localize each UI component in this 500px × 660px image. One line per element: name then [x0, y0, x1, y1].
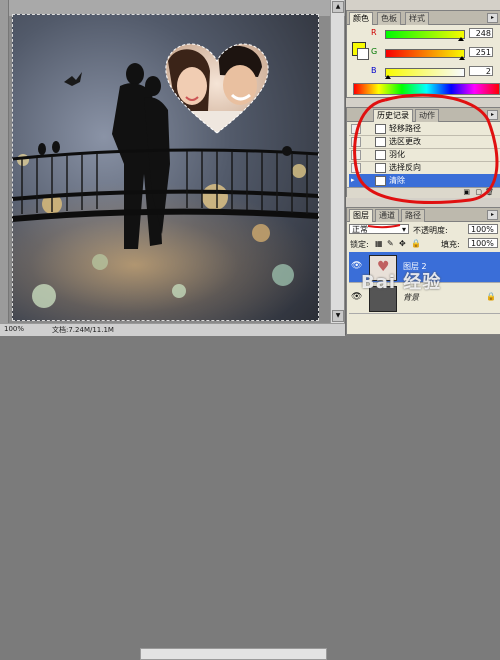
- zoom-level: 100%: [4, 325, 25, 333]
- chevron-down-icon: ▾: [401, 225, 406, 234]
- green-slider-row: G 251: [371, 47, 496, 60]
- history-item[interactable]: 轻移路径: [349, 122, 500, 136]
- green-slider[interactable]: [385, 49, 465, 58]
- scroll-up-icon[interactable]: ▲: [332, 1, 344, 13]
- tab-swatches[interactable]: 色板: [377, 12, 401, 25]
- tab-history[interactable]: 历史记录: [373, 109, 413, 122]
- heart-photo[interactable]: [162, 41, 272, 136]
- fill-input[interactable]: 100%: [468, 238, 498, 248]
- document-image[interactable]: [12, 14, 319, 321]
- history-panel: 历史记录 动作 ▸ 轻移路径 选区更改 羽化 选择反向 ▸ 清除 ▣ ▢ 🗑: [346, 107, 500, 198]
- panel-dock: 颜色 色板 样式 ▸ R 248 G 251 B 2 历史记录 动作 ▸ 轻移路…: [345, 0, 500, 335]
- blue-value-input[interactable]: 2: [469, 66, 493, 76]
- history-item[interactable]: 羽化: [349, 148, 500, 162]
- blue-slider[interactable]: [385, 68, 465, 77]
- color-spectrum-bar[interactable]: [353, 83, 500, 95]
- watermark-logo: Bai 经验: [361, 272, 442, 293]
- tab-paths[interactable]: 路径: [401, 209, 425, 222]
- history-item[interactable]: 选区更改: [349, 135, 500, 149]
- red-value-input[interactable]: 248: [469, 28, 493, 38]
- tab-actions[interactable]: 动作: [415, 109, 439, 122]
- panel-menu-icon[interactable]: ▸: [487, 210, 498, 220]
- green-slider-knob[interactable]: [459, 56, 465, 60]
- history-state-icon: [375, 163, 386, 173]
- lock-move-icon[interactable]: ✥: [399, 239, 406, 248]
- vertical-scrollbar[interactable]: ▲ ▼: [330, 0, 344, 323]
- history-state-icon: [375, 176, 386, 186]
- history-state-icon: [375, 137, 386, 147]
- canvas-area: ▲ ▼: [0, 0, 345, 335]
- lock-transparent-icon[interactable]: ▦: [375, 239, 383, 248]
- tab-color[interactable]: 颜色: [349, 12, 373, 25]
- blue-slider-row: B 2: [371, 66, 496, 79]
- color-panel: 颜色 色板 样式 ▸ R 248 G 251 B 2: [346, 10, 500, 98]
- history-item[interactable]: 选择反向: [349, 161, 500, 175]
- opacity-input[interactable]: 100%: [468, 224, 498, 234]
- background-color-swatch[interactable]: [357, 48, 369, 60]
- blue-slider-knob[interactable]: [385, 75, 391, 79]
- history-source-icon[interactable]: ▸: [351, 176, 359, 184]
- new-snapshot-icon[interactable]: ▣: [463, 188, 470, 196]
- tab-channels[interactable]: 通道: [375, 209, 399, 222]
- history-state-icon: [375, 124, 386, 134]
- scroll-down-icon[interactable]: ▼: [332, 310, 344, 322]
- lock-paint-icon[interactable]: ✎: [387, 239, 394, 248]
- panel-menu-icon[interactable]: ▸: [487, 110, 498, 120]
- trash-icon[interactable]: 🗑: [485, 188, 494, 196]
- tab-styles[interactable]: 样式: [405, 12, 429, 25]
- history-footer: ▣ ▢ 🗑: [347, 187, 500, 198]
- lock-all-icon[interactable]: 🔒: [411, 239, 421, 248]
- green-value-input[interactable]: 251: [469, 47, 493, 57]
- status-bar: 100% 文档:7.24M/11.1M: [0, 323, 345, 660]
- new-document-icon[interactable]: ▢: [475, 188, 482, 196]
- red-slider-row: R 248: [371, 28, 496, 41]
- red-slider-knob[interactable]: [458, 37, 464, 41]
- history-state-icon: [375, 150, 386, 160]
- tab-layers[interactable]: 图层: [349, 209, 373, 222]
- horizontal-scrollbar[interactable]: [140, 648, 327, 660]
- blend-mode-select[interactable]: 正常 ▾: [349, 224, 409, 234]
- panel-menu-icon[interactable]: ▸: [487, 13, 498, 23]
- vertical-ruler: [0, 0, 9, 335]
- lock-icon: 🔒: [486, 292, 496, 301]
- red-slider[interactable]: [385, 30, 465, 39]
- history-item-active[interactable]: ▸ 清除: [349, 174, 500, 188]
- doc-size: 文档:7.24M/11.1M: [52, 326, 114, 334]
